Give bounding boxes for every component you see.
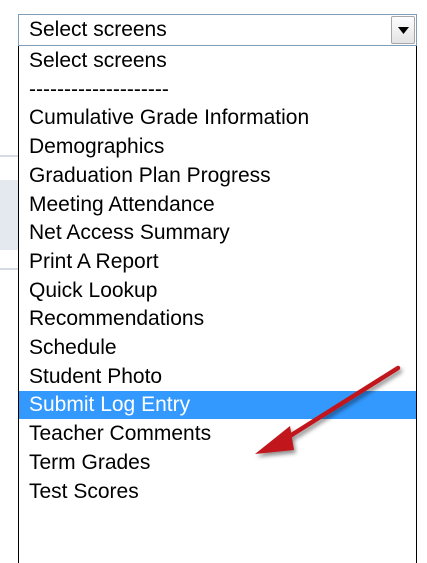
dropdown-option[interactable]: Term Grades [19, 449, 416, 477]
screen-dropdown-list: Select screens -------------------- Cumula… [18, 46, 417, 563]
chevron-down-icon [398, 27, 409, 34]
dropdown-option[interactable]: Graduation Plan Progress [19, 162, 416, 190]
dropdown-option[interactable]: Print A Report [19, 248, 416, 276]
dropdown-option[interactable]: Test Scores [19, 478, 416, 506]
dropdown-option[interactable]: Teacher Comments [19, 420, 416, 448]
dropdown-option[interactable]: Schedule [19, 334, 416, 362]
screen-select[interactable]: Select screens [18, 14, 417, 46]
background-rule-bottom [0, 268, 18, 270]
dropdown-option[interactable]: Submit Log Entry [19, 391, 416, 420]
background-panel [0, 180, 18, 250]
dropdown-option[interactable]: -------------------- [19, 76, 416, 104]
dropdown-option[interactable]: Cumulative Grade Information [19, 104, 416, 132]
dropdown-option[interactable]: Recommendations [19, 305, 416, 333]
dropdown-option[interactable]: Student Photo [19, 363, 416, 391]
background-rule-top [0, 155, 18, 157]
dropdown-option[interactable]: Select screens [19, 47, 416, 75]
dropdown-button[interactable] [391, 16, 415, 44]
dropdown-option[interactable]: Meeting Attendance [19, 191, 416, 219]
screen-select-value: Select screens [29, 18, 167, 41]
dropdown-option[interactable]: Demographics [19, 133, 416, 161]
dropdown-option[interactable]: Quick Lookup [19, 277, 416, 305]
dropdown-option[interactable]: Net Access Summary [19, 219, 416, 247]
